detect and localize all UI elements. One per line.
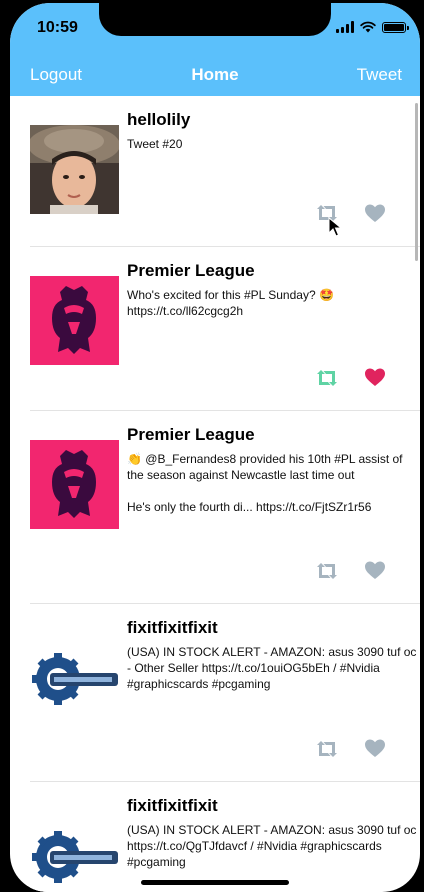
- status-time: 10:59: [37, 19, 78, 36]
- tweet-author[interactable]: fixitfixitfixit: [127, 796, 218, 816]
- tweet-feed[interactable]: hellolily Tweet #20 Premier League Who's…: [10, 96, 420, 892]
- retweet-icon[interactable]: [315, 561, 339, 581]
- tweet-cell[interactable]: Premier League Who's excited for this #P…: [30, 247, 420, 411]
- tweet-author[interactable]: fixitfixitfixit: [127, 618, 218, 638]
- tweet-cell[interactable]: hellolily Tweet #20: [30, 96, 420, 247]
- logout-button[interactable]: Logout: [30, 65, 82, 85]
- tweet-button[interactable]: Tweet: [357, 65, 402, 85]
- mouse-cursor-icon: [328, 217, 342, 237]
- scrollbar[interactable]: [415, 103, 418, 261]
- tweet-author[interactable]: hellolily: [127, 110, 190, 130]
- avatar[interactable]: [30, 633, 119, 722]
- avatar[interactable]: [30, 811, 119, 892]
- retweet-icon[interactable]: [315, 739, 339, 759]
- phone-screen: 10:59 Logout Home Tweet hellolily Tweet …: [10, 3, 420, 892]
- signal-icon: [336, 21, 354, 33]
- heart-icon[interactable]: [364, 203, 386, 223]
- status-icons: [336, 21, 409, 33]
- retweet-icon[interactable]: [315, 368, 339, 388]
- tweet-text: (USA) IN STOCK ALERT - AMAZON: asus 3090…: [127, 823, 417, 869]
- home-indicator[interactable]: [141, 880, 289, 885]
- tweet-text: Tweet #20: [127, 137, 183, 151]
- wifi-icon: [360, 21, 376, 33]
- tweet-text: (USA) IN STOCK ALERT - AMAZON: asus 3090…: [127, 645, 417, 691]
- tweet-author[interactable]: Premier League: [127, 425, 255, 445]
- heart-icon[interactable]: [364, 367, 386, 387]
- tweet-author[interactable]: Premier League: [127, 261, 255, 281]
- device-notch: [99, 3, 331, 36]
- premier-league-logo-icon: [30, 276, 119, 365]
- fixit-logo-icon: [30, 633, 119, 722]
- battery-icon: [382, 21, 409, 33]
- tweet-text: 👏 @B_Fernandes8 provided his 10th #PL as…: [127, 452, 403, 514]
- avatar[interactable]: [30, 125, 119, 214]
- tweet-cell[interactable]: fixitfixitfixit (USA) IN STOCK ALERT - A…: [30, 604, 420, 782]
- heart-icon[interactable]: [364, 738, 386, 758]
- user-photo-icon: [30, 125, 119, 214]
- avatar[interactable]: [30, 276, 119, 365]
- fixit-logo-icon: [30, 811, 119, 892]
- navigation-bar: 10:59 Logout Home Tweet: [10, 3, 420, 96]
- avatar[interactable]: [30, 440, 119, 529]
- tweet-text: Who's excited for this #PL Sunday? 🤩 htt…: [127, 288, 334, 318]
- heart-icon[interactable]: [364, 560, 386, 580]
- tweet-cell[interactable]: fixitfixitfixit (USA) IN STOCK ALERT - A…: [30, 782, 420, 892]
- premier-league-logo-icon: [30, 440, 119, 529]
- tweet-cell[interactable]: Premier League 👏 @B_Fernandes8 provided …: [30, 411, 420, 604]
